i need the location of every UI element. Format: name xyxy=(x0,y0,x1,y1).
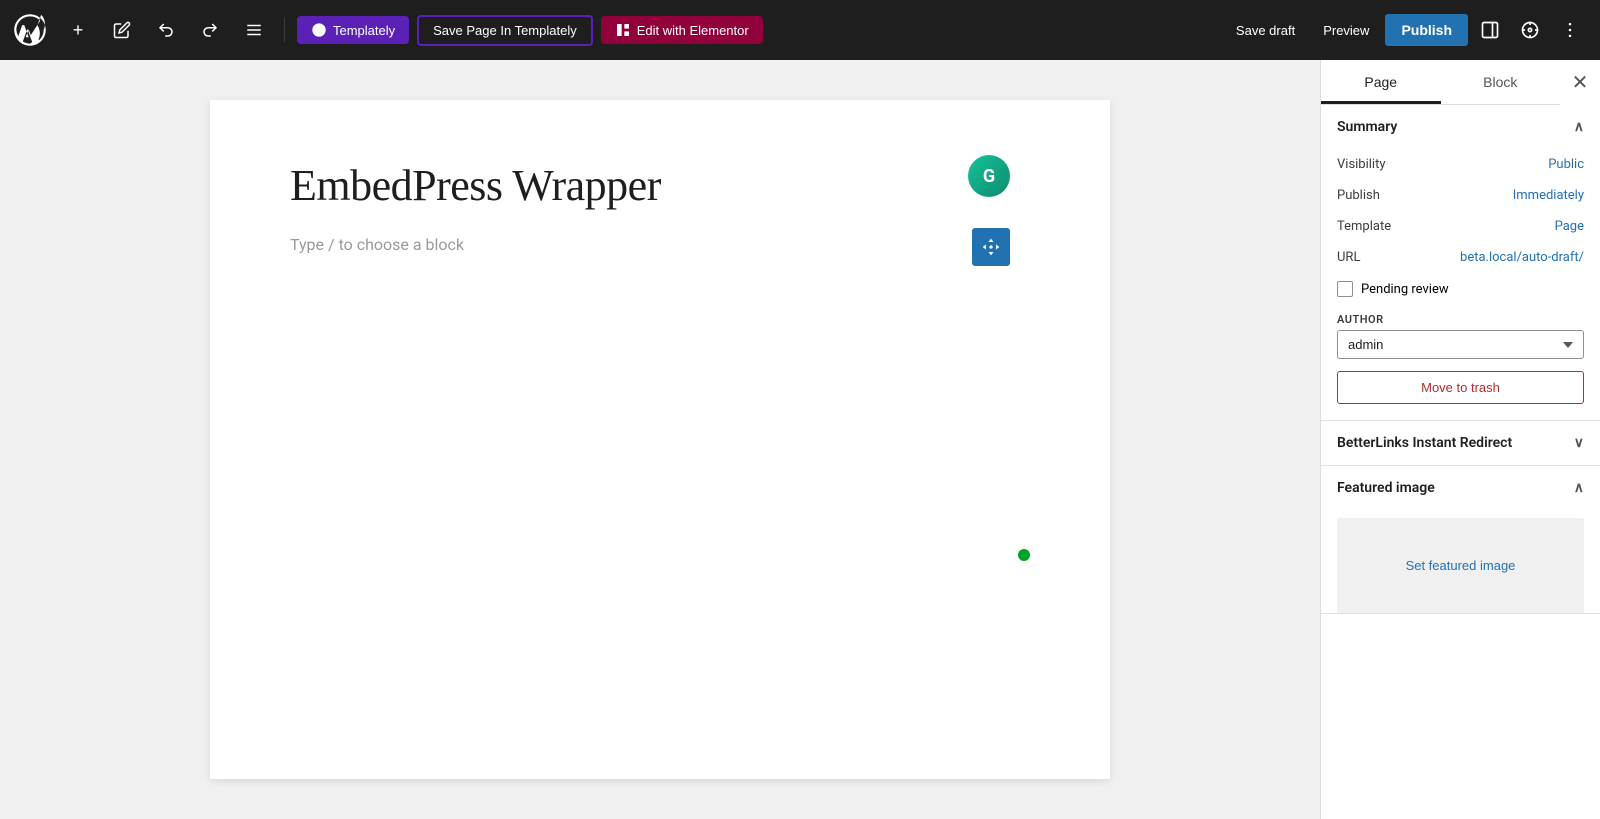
block-placeholder[interactable]: Type / to choose a block xyxy=(290,235,1030,254)
betterlinks-chevron-icon xyxy=(1574,435,1584,451)
visibility-value[interactable]: Public xyxy=(1548,157,1584,172)
settings-button[interactable] xyxy=(1512,12,1548,48)
summary-chevron-icon xyxy=(1574,119,1584,135)
save-draft-button[interactable]: Save draft xyxy=(1224,17,1307,44)
right-sidebar: Page Block ✕ Summary Visibility Public xyxy=(1320,60,1600,819)
author-select[interactable]: admin xyxy=(1337,330,1584,359)
pending-review-label: Pending review xyxy=(1361,282,1449,297)
elementor-button[interactable]: Edit with Elementor xyxy=(601,16,763,44)
status-dot xyxy=(1018,549,1030,561)
summary-header[interactable]: Summary xyxy=(1321,105,1600,149)
tools-button[interactable] xyxy=(236,12,272,48)
edit-button[interactable] xyxy=(104,12,140,48)
sidebar-close-button[interactable]: ✕ xyxy=(1560,63,1600,103)
betterlinks-header[interactable]: BetterLinks Instant Redirect xyxy=(1321,421,1600,465)
url-value[interactable]: beta.local/auto-draft/ xyxy=(1460,250,1584,265)
template-row: Template Page xyxy=(1337,211,1584,242)
sidebar-header: Page Block ✕ xyxy=(1321,60,1600,105)
publish-label: Publish xyxy=(1337,188,1380,203)
undo-button[interactable] xyxy=(148,12,184,48)
preview-button[interactable]: Preview xyxy=(1311,17,1381,44)
page-title[interactable]: EmbedPress Wrapper xyxy=(290,160,1030,211)
tab-block[interactable]: Block xyxy=(1441,60,1561,104)
summary-label: Summary xyxy=(1337,119,1397,135)
visibility-row: Visibility Public xyxy=(1337,149,1584,180)
move-to-trash-button[interactable]: Move to trash xyxy=(1337,371,1584,404)
featured-image-label: Featured image xyxy=(1337,480,1435,496)
betterlinks-label: BetterLinks Instant Redirect xyxy=(1337,435,1512,451)
more-options-button[interactable] xyxy=(1552,12,1588,48)
betterlinks-section: BetterLinks Instant Redirect xyxy=(1321,421,1600,466)
summary-section: Summary Visibility Public Publish Immedi… xyxy=(1321,105,1600,421)
save-templately-button[interactable]: Save Page In Templately xyxy=(417,15,593,46)
block-drag-handle[interactable] xyxy=(972,228,1010,266)
author-section-label: AUTHOR xyxy=(1337,305,1584,330)
toggle-sidebar-button[interactable] xyxy=(1472,12,1508,48)
template-label: Template xyxy=(1337,219,1391,234)
visibility-label: Visibility xyxy=(1337,157,1386,172)
pending-review-row: Pending review xyxy=(1337,273,1584,305)
publish-row: Publish Immediately xyxy=(1337,180,1584,211)
url-label: URL xyxy=(1337,250,1360,265)
featured-image-panel: Set featured image xyxy=(1321,510,1600,613)
tab-page[interactable]: Page xyxy=(1321,60,1441,104)
url-row: URL beta.local/auto-draft/ xyxy=(1337,242,1584,273)
set-featured-image-button[interactable]: Set featured image xyxy=(1337,518,1584,613)
redo-button[interactable] xyxy=(192,12,228,48)
add-block-button[interactable]: + xyxy=(60,12,96,48)
main-toolbar: + Templately Save Page In Templately Edi… xyxy=(0,0,1600,60)
grammarly-icon: G xyxy=(968,155,1010,197)
featured-image-header[interactable]: Featured image xyxy=(1321,466,1600,510)
templately-button[interactable]: Templately xyxy=(297,16,409,44)
toolbar-right: Save draft Preview Publish xyxy=(1224,12,1588,48)
template-value[interactable]: Page xyxy=(1555,219,1584,234)
wp-logo[interactable] xyxy=(12,12,48,48)
pending-review-checkbox[interactable] xyxy=(1337,281,1353,297)
featured-image-section: Featured image Set featured image xyxy=(1321,466,1600,614)
summary-body: Visibility Public Publish Immediately Te… xyxy=(1321,149,1600,420)
sidebar-tabs: Page Block xyxy=(1321,60,1560,105)
featured-image-chevron-icon xyxy=(1574,480,1584,496)
editor-canvas: EmbedPress Wrapper Type / to choose a bl… xyxy=(210,100,1110,779)
toolbar-divider-1 xyxy=(284,18,285,42)
main-layout: EmbedPress Wrapper Type / to choose a bl… xyxy=(0,60,1600,819)
publish-button[interactable]: Publish xyxy=(1385,14,1468,46)
publish-value[interactable]: Immediately xyxy=(1513,188,1584,203)
editor-area: EmbedPress Wrapper Type / to choose a bl… xyxy=(0,60,1320,819)
